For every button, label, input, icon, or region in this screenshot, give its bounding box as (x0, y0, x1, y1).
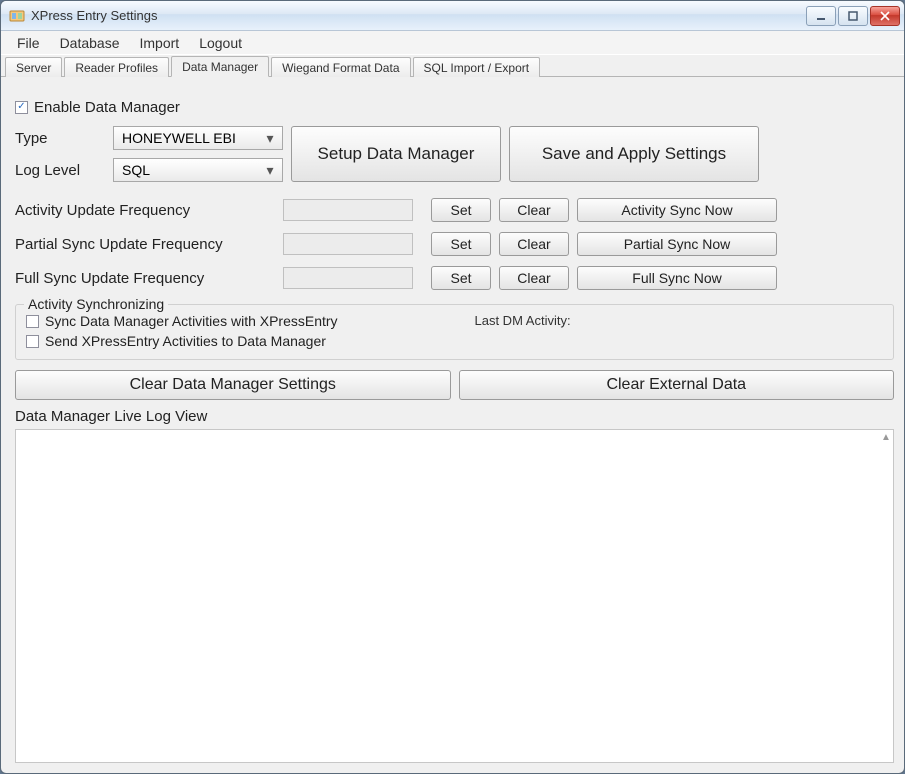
minimize-button[interactable] (806, 6, 836, 26)
sync-dm-with-xpe-checkbox[interactable] (26, 315, 39, 328)
activity-sync-groupbox: Activity Synchronizing Sync Data Manager… (15, 304, 894, 360)
menu-import[interactable]: Import (130, 33, 190, 53)
type-label: Type (15, 130, 105, 147)
clear-buttons-row: Clear Data Manager Settings Clear Extern… (15, 370, 894, 400)
chevron-down-icon: ▾ (262, 130, 278, 147)
type-combo-value: HONEYWELL EBI (122, 130, 236, 146)
full-sync-now-button[interactable]: Full Sync Now (577, 266, 777, 290)
maximize-button[interactable] (838, 6, 868, 26)
setup-data-manager-button[interactable]: Setup Data Manager (291, 126, 501, 182)
window-controls (806, 6, 900, 26)
full-freq-set-button[interactable]: Set (431, 266, 491, 290)
partial-freq-label: Partial Sync Update Frequency (15, 236, 275, 253)
activity-freq-label: Activity Update Frequency (15, 202, 275, 219)
partial-freq-clear-button[interactable]: Clear (499, 232, 569, 256)
titlebar: XPress Entry Settings (1, 1, 904, 31)
chevron-down-icon: ▾ (262, 162, 278, 179)
type-combo[interactable]: HONEYWELL EBI ▾ (113, 126, 283, 150)
full-freq-clear-button[interactable]: Clear (499, 266, 569, 290)
menu-database[interactable]: Database (50, 33, 130, 53)
partial-freq-set-button[interactable]: Set (431, 232, 491, 256)
log-view[interactable]: ▲ (15, 429, 894, 763)
frequency-grid: Activity Update Frequency Set Clear Acti… (15, 198, 894, 290)
close-button[interactable] (870, 6, 900, 26)
clear-external-data-button[interactable]: Clear External Data (459, 370, 895, 400)
scroll-up-icon: ▲ (881, 432, 891, 442)
save-apply-settings-button[interactable]: Save and Apply Settings (509, 126, 759, 182)
full-freq-label: Full Sync Update Frequency (15, 270, 275, 287)
tab-server[interactable]: Server (5, 57, 62, 77)
activity-sync-now-button[interactable]: Activity Sync Now (577, 198, 777, 222)
partial-freq-input[interactable] (283, 233, 413, 255)
activity-freq-set-button[interactable]: Set (431, 198, 491, 222)
enable-data-manager-label: Enable Data Manager (34, 99, 180, 116)
sync-dm-with-xpe-label: Sync Data Manager Activities with XPress… (45, 313, 338, 329)
app-window: XPress Entry Settings File Database Impo… (0, 0, 905, 774)
clear-dm-settings-button[interactable]: Clear Data Manager Settings (15, 370, 451, 400)
enable-data-manager-checkbox[interactable] (15, 101, 28, 114)
minimize-icon (816, 11, 826, 21)
activity-freq-clear-button[interactable]: Clear (499, 198, 569, 222)
log-view-label: Data Manager Live Log View (15, 408, 894, 425)
enable-row: Enable Data Manager (15, 99, 894, 116)
tab-reader-profiles[interactable]: Reader Profiles (64, 57, 169, 77)
maximize-icon (848, 11, 858, 21)
menubar: File Database Import Logout (1, 31, 904, 55)
tabstrip: Server Reader Profiles Data Manager Wieg… (1, 55, 904, 77)
activity-sync-legend: Activity Synchronizing (24, 296, 168, 312)
last-dm-activity-label: Last DM Activity: (475, 313, 571, 328)
log-level-combo-value: SQL (122, 162, 150, 178)
menu-file[interactable]: File (7, 33, 50, 53)
tab-data-manager[interactable]: Data Manager (171, 56, 269, 77)
activity-freq-input[interactable] (283, 199, 413, 221)
full-freq-input[interactable] (283, 267, 413, 289)
menu-logout[interactable]: Logout (189, 33, 252, 53)
log-level-combo[interactable]: SQL ▾ (113, 158, 283, 182)
send-xpe-to-dm-label: Send XPressEntry Activities to Data Mana… (45, 333, 326, 349)
tab-wiegand-format-data[interactable]: Wiegand Format Data (271, 57, 410, 77)
app-icon (9, 8, 25, 24)
log-level-label: Log Level (15, 162, 105, 179)
partial-sync-now-button[interactable]: Partial Sync Now (577, 232, 777, 256)
send-xpe-to-dm-checkbox[interactable] (26, 335, 39, 348)
config-grid: Type HONEYWELL EBI ▾ Setup Data Manager … (15, 126, 894, 182)
close-icon (880, 11, 890, 21)
window-title: XPress Entry Settings (31, 8, 806, 23)
tab-content: Enable Data Manager Type HONEYWELL EBI ▾… (1, 77, 904, 773)
tab-sql-import-export[interactable]: SQL Import / Export (413, 57, 541, 77)
